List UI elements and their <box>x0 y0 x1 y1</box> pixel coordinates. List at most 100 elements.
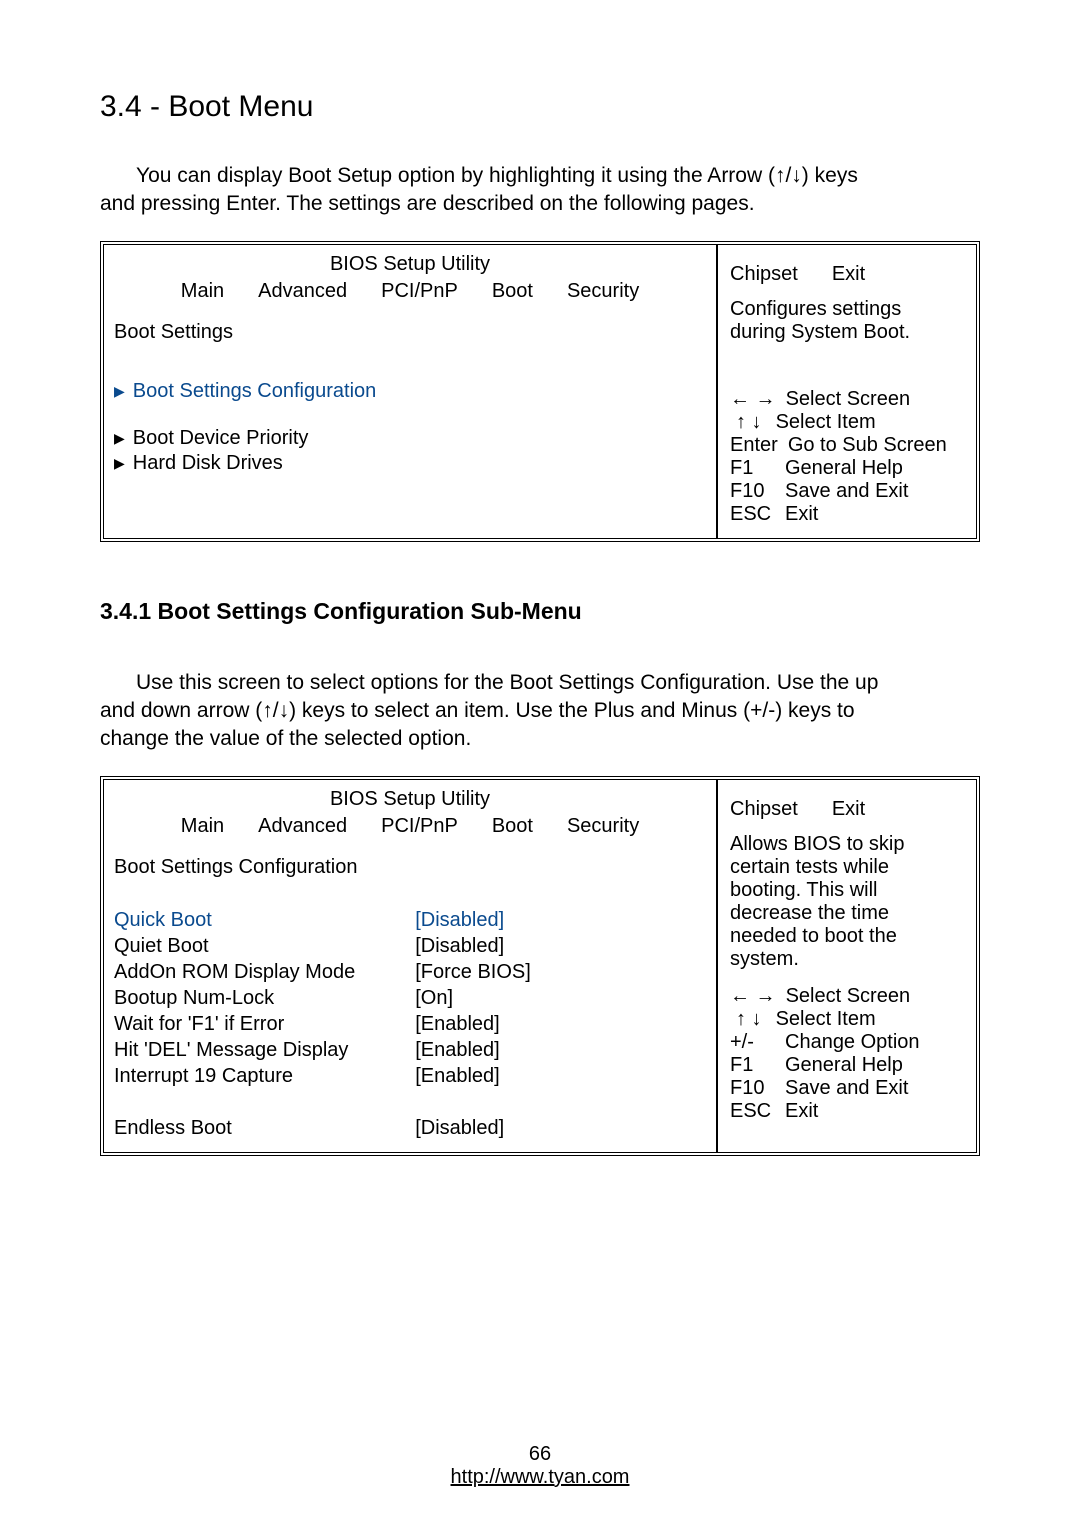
setting-label-wait-f1[interactable]: Wait for 'F1' if Error <box>114 1013 355 1036</box>
help-row: ↑ ↓ Select Item <box>730 411 966 434</box>
triangle-icon: ▶ <box>114 430 125 447</box>
help-row: +/- Change Option <box>730 1031 966 1054</box>
help-desc: General Help <box>785 457 903 480</box>
help-key: Enter <box>730 434 778 457</box>
subsection-title: 3.4.1 Boot Settings Configuration Sub-Me… <box>100 598 980 625</box>
setting-label-quick-boot[interactable]: Quick Boot <box>114 909 355 932</box>
menu-item-boot-device-priority[interactable]: ▶ Boot Device Priority <box>114 427 706 450</box>
help-key: ESC <box>730 503 775 526</box>
help-desc: Change Option <box>785 1031 920 1054</box>
side-desc-line-2: during System Boot. <box>730 321 966 344</box>
help-desc: Select Item <box>776 1008 876 1031</box>
side-desc-line: booting. This will <box>730 879 966 902</box>
setting-label-numlock[interactable]: Bootup Num-Lock <box>114 987 355 1010</box>
setting-label-endless-boot[interactable]: Endless Boot <box>114 1117 355 1140</box>
side-desc-line-1: Configures settings <box>730 298 966 321</box>
setting-label-hit-del[interactable]: Hit 'DEL' Message Display <box>114 1039 355 1062</box>
tab-boot[interactable]: Boot <box>492 815 533 838</box>
bios-left-title: Boot Settings <box>114 321 706 344</box>
help-row: ↑ ↓ Select Item <box>730 1008 966 1031</box>
help-key: ESC <box>730 1100 775 1123</box>
setting-value-int19[interactable]: [Enabled] <box>415 1065 531 1088</box>
subsection-line-1: Use this screen to select options for th… <box>100 669 980 697</box>
setting-label-int19[interactable]: Interrupt 19 Capture <box>114 1065 355 1088</box>
help-key: F10 <box>730 480 775 503</box>
subsection-line-3: change the value of the selected option. <box>100 727 471 750</box>
help-row: ESC Exit <box>730 503 966 526</box>
help-desc: Save and Exit <box>785 480 908 503</box>
setting-value-addon-rom[interactable]: [Force BIOS] <box>415 961 531 984</box>
help-row: Enter Go to Sub Screen <box>730 434 966 457</box>
tab-main[interactable]: Main <box>181 280 224 303</box>
tab-security[interactable]: Security <box>567 815 639 838</box>
help-desc: Select Screen <box>786 985 911 1008</box>
intro-line-2: and pressing Enter. The settings are des… <box>100 192 755 215</box>
help-key: +/- <box>730 1031 775 1054</box>
page-number: 66 <box>0 1443 1080 1466</box>
help-row: ESC Exit <box>730 1100 966 1123</box>
bios-side-panel: Chipset Exit Allows BIOS to skip certain… <box>716 780 976 1152</box>
tab-advanced[interactable]: Advanced <box>258 815 347 838</box>
bios-box-boot-menu: BIOS Setup Utility Main Advanced PCI/PnP… <box>100 241 980 542</box>
help-row: ← → Select Screen <box>730 985 966 1008</box>
bios-side-panel: Chipset Exit Configures settings during … <box>716 245 976 538</box>
setting-value-numlock[interactable]: [On] <box>415 987 531 1010</box>
help-row: F10 Save and Exit <box>730 480 966 503</box>
help-key: F10 <box>730 1077 775 1100</box>
help-desc: Save and Exit <box>785 1077 908 1100</box>
setting-value-quiet-boot[interactable]: [Disabled] <box>415 935 531 958</box>
help-list: ← → Select Screen ↑ ↓ Select Item Enter … <box>730 388 966 526</box>
settings-labels: Quick Boot Quiet Boot AddOn ROM Display … <box>114 909 355 1140</box>
triangle-icon: ▶ <box>114 455 125 472</box>
setting-value-wait-f1[interactable]: [Enabled] <box>415 1013 531 1036</box>
bios-main-panel: BIOS Setup Utility Main Advanced PCI/PnP… <box>104 780 716 1152</box>
tab-advanced[interactable]: Advanced <box>258 280 347 303</box>
intro-line-1: You can display Boot Setup option by hig… <box>100 162 980 190</box>
tab-exit[interactable]: Exit <box>832 798 865 821</box>
triangle-icon: ▶ <box>114 383 125 400</box>
setting-value-hit-del[interactable]: [Enabled] <box>415 1039 531 1062</box>
bios-tabs-right: Chipset Exit <box>730 263 966 286</box>
subsection-intro: Use this screen to select options for th… <box>100 669 980 754</box>
tab-pcipnp[interactable]: PCI/PnP <box>381 280 458 303</box>
help-row: ← → Select Screen <box>730 388 966 411</box>
menu-item-boot-settings-config[interactable]: ▶ Boot Settings Configuration <box>114 380 706 403</box>
help-key: F1 <box>730 457 775 480</box>
settings-values: [Disabled] [Disabled] [Force BIOS] [On] … <box>415 909 531 1140</box>
help-key: F1 <box>730 1054 775 1077</box>
bios-header: BIOS Setup Utility <box>114 788 706 811</box>
tab-boot[interactable]: Boot <box>492 280 533 303</box>
help-desc: Exit <box>785 503 818 526</box>
bios-main-panel: BIOS Setup Utility Main Advanced PCI/PnP… <box>104 245 716 538</box>
menu-item-label: Boot Settings Configuration <box>133 380 377 403</box>
help-key: ← → <box>730 388 776 411</box>
menu-item-hard-disk-drives[interactable]: ▶ Hard Disk Drives <box>114 452 706 475</box>
section-title: 3.4 - Boot Menu <box>100 90 980 124</box>
tab-pcipnp[interactable]: PCI/PnP <box>381 815 458 838</box>
side-desc-line: needed to boot the <box>730 925 966 948</box>
tab-chipset[interactable]: Chipset <box>730 798 798 821</box>
side-desc: Allows BIOS to skip certain tests while … <box>730 833 966 971</box>
setting-label-addon-rom[interactable]: AddOn ROM Display Mode <box>114 961 355 984</box>
tab-chipset[interactable]: Chipset <box>730 263 798 286</box>
help-key: ↑ ↓ <box>736 411 762 434</box>
setting-value-quick-boot[interactable]: [Disabled] <box>415 909 531 932</box>
menu-item-label: Boot Device Priority <box>133 427 309 450</box>
bios-tabs-right: Chipset Exit <box>730 798 966 821</box>
tab-exit[interactable]: Exit <box>832 263 865 286</box>
tab-main[interactable]: Main <box>181 815 224 838</box>
setting-label-quiet-boot[interactable]: Quiet Boot <box>114 935 355 958</box>
bios-tabs: Main Advanced PCI/PnP Boot Security <box>114 280 706 303</box>
settings-grid: Quick Boot Quiet Boot AddOn ROM Display … <box>114 909 706 1140</box>
help-key: ↑ ↓ <box>736 1008 762 1031</box>
setting-value-endless-boot[interactable]: [Disabled] <box>415 1117 531 1140</box>
help-desc: General Help <box>785 1054 903 1077</box>
bios-left-title: Boot Settings Configuration <box>114 856 706 879</box>
help-desc: Select Item <box>776 411 876 434</box>
tab-security[interactable]: Security <box>567 280 639 303</box>
footer-url[interactable]: http://www.tyan.com <box>451 1466 630 1488</box>
side-desc-line: system. <box>730 948 966 971</box>
help-row: F10 Save and Exit <box>730 1077 966 1100</box>
subsection-line-2: and down arrow (↑/↓) keys to select an i… <box>100 697 980 725</box>
help-row: F1 General Help <box>730 1054 966 1077</box>
